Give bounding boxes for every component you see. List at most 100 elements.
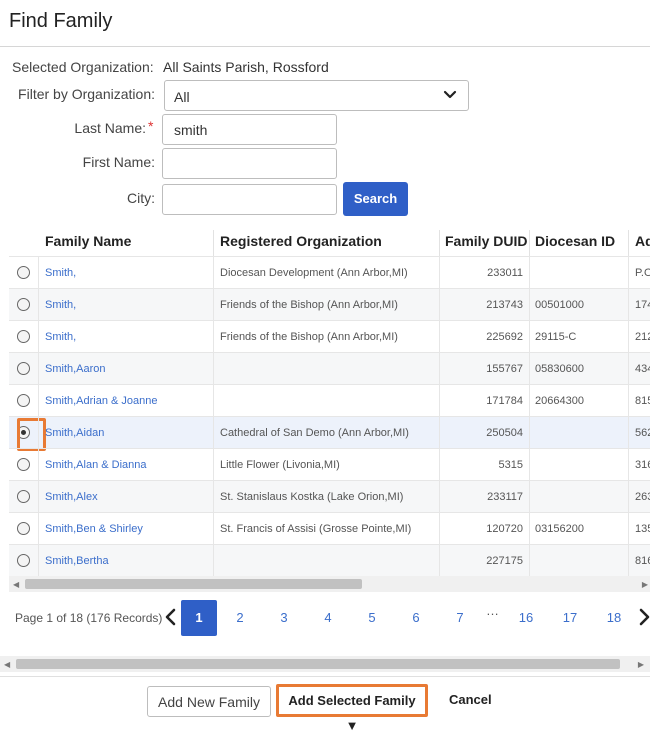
cell-divider [439, 545, 440, 577]
search-button[interactable]: Search [343, 182, 408, 216]
family-name-link[interactable]: Smith,Bertha [45, 545, 210, 577]
family-name-link[interactable]: Smith, [45, 289, 210, 321]
grid-horizontal-scrollbar[interactable]: ◀ ▶ [9, 576, 650, 592]
address-cell: 263 [635, 491, 650, 503]
cell-divider [628, 417, 629, 449]
selection-highlight [17, 418, 46, 451]
row-radio[interactable] [17, 418, 46, 451]
row-radio[interactable] [17, 490, 30, 503]
scroll-left-icon[interactable]: ◀ [13, 580, 19, 589]
selected-org-value: All Saints Parish, Rossford [163, 59, 329, 75]
page-link-5[interactable]: 5 [354, 600, 390, 636]
row-radio[interactable] [17, 298, 30, 311]
scrollbar-thumb[interactable] [16, 659, 620, 669]
scroll-left-icon[interactable]: ◀ [4, 660, 10, 669]
family-duid-cell: 155767 [486, 363, 523, 375]
col-family-name[interactable]: Family Name [39, 224, 131, 256]
diocesan-id-cell: 20664300 [535, 395, 584, 407]
last-name-input[interactable]: smith [162, 114, 337, 145]
row-radio[interactable] [17, 266, 30, 279]
scroll-right-icon[interactable]: ▶ [642, 580, 648, 589]
filter-org-select[interactable]: All [164, 80, 469, 111]
table-row[interactable]: Smith,Alex St. Stanislaus Kostka (Lake Or… [9, 480, 650, 513]
page-link-18[interactable]: 18 [596, 600, 632, 636]
address-cell: 434 [635, 363, 650, 375]
cancel-button[interactable]: Cancel [449, 692, 492, 707]
table-row[interactable]: Smith,Ben & Shirley St. Francis of Assisi… [9, 512, 650, 545]
page-link-16[interactable]: 16 [508, 600, 544, 636]
page-link-6[interactable]: 6 [398, 600, 434, 636]
page-link-1[interactable]: 1 [181, 600, 217, 636]
family-name-link[interactable]: Smith,Ben & Shirley [45, 513, 210, 545]
table-row[interactable]: Smith,Bertha 227175 816 [9, 544, 650, 577]
scrollbar-thumb[interactable] [25, 579, 362, 589]
registered-org-cell: St. Francis of Assisi (Grosse Pointe,MI) [220, 523, 412, 535]
table-row[interactable]: Smith, Diocesan Development (Ann Arbor,MI… [9, 256, 650, 289]
registered-org-cell [220, 353, 435, 385]
family-duid-cell: 233117 [487, 491, 523, 503]
city-input[interactable] [162, 184, 337, 215]
cell-divider [213, 449, 214, 481]
cell-divider [628, 257, 629, 289]
family-duid-cell: 233011 [487, 267, 523, 279]
cell-divider [38, 417, 39, 449]
cell-divider [529, 289, 530, 321]
table-row[interactable]: Smith,Aidan Cathedral of San Demo (Ann Ar… [9, 416, 650, 451]
row-radio[interactable] [17, 362, 30, 375]
family-name-link[interactable]: Smith,Alan & Dianna [45, 449, 210, 481]
family-duid-cell: 120720 [486, 523, 523, 535]
row-radio[interactable] [17, 394, 30, 407]
page-link-17[interactable]: 17 [552, 600, 588, 636]
registered-org-cell [220, 545, 435, 577]
page-link-7[interactable]: 7 [442, 600, 478, 636]
city-label: City: [127, 190, 155, 206]
page-link-2[interactable]: 2 [222, 600, 258, 636]
col-address[interactable]: Ad [629, 224, 650, 256]
dialog-horizontal-scrollbar[interactable]: ◀ ▶ [0, 656, 650, 672]
cell-divider [213, 385, 214, 417]
cell-divider [439, 353, 440, 385]
table-row[interactable]: Smith,Adrian & Joanne 171784 20664300 815 [9, 384, 650, 417]
family-name-link[interactable]: Smith,Aaron [45, 353, 210, 385]
col-registered-org[interactable]: Registered Organization [214, 224, 382, 256]
table-row[interactable]: Smith, Friends of the Bishop (Ann Arbor,M… [9, 320, 650, 353]
diocesan-id-cell [535, 449, 625, 481]
family-name-link[interactable]: Smith,Aidan [45, 417, 210, 449]
family-name-link[interactable]: Smith, [45, 257, 210, 289]
cell-divider [439, 321, 440, 353]
filter-org-label: Filter by Organization: [18, 86, 155, 102]
family-name-link[interactable]: Smith,Alex [45, 481, 210, 513]
row-radio[interactable] [17, 522, 30, 535]
add-selected-family-button[interactable]: Add Selected Family ▼ [281, 688, 423, 733]
diocesan-id-cell: 05830600 [535, 363, 584, 375]
prev-page-icon[interactable] [164, 608, 178, 626]
add-new-family-button[interactable]: Add New Family [147, 686, 271, 717]
row-radio[interactable] [17, 458, 30, 471]
cell-divider [38, 289, 39, 321]
table-row[interactable]: Smith,Alan & Dianna Little Flower (Livoni… [9, 448, 650, 481]
family-name-link[interactable]: Smith,Adrian & Joanne [45, 385, 210, 417]
col-family-duid[interactable]: Family DUID [439, 224, 527, 256]
dialog-title: Find Family [9, 10, 113, 32]
first-name-input[interactable] [162, 148, 337, 179]
cell-divider [38, 449, 39, 481]
page-link-3[interactable]: 3 [266, 600, 302, 636]
row-radio[interactable] [17, 330, 30, 343]
address-cell: 135 [635, 523, 650, 535]
row-radio[interactable] [17, 554, 30, 567]
scroll-right-icon[interactable]: ▶ [638, 660, 644, 669]
page-link-4[interactable]: 4 [310, 600, 346, 636]
cell-divider [38, 481, 39, 513]
registered-org-cell: Diocesan Development (Ann Arbor,MI) [220, 267, 408, 279]
registered-org-cell [220, 385, 435, 417]
table-row[interactable]: Smith,Aaron 155767 05830600 434 [9, 352, 650, 385]
cell-divider [439, 385, 440, 417]
col-diocesan-id[interactable]: Diocesan ID [529, 224, 615, 256]
next-page-icon[interactable] [637, 608, 650, 626]
first-name-label: First Name: [82, 154, 155, 170]
cell-divider [439, 289, 440, 321]
family-name-link[interactable]: Smith, [45, 321, 210, 353]
cell-divider [38, 385, 39, 417]
table-row[interactable]: Smith, Friends of the Bishop (Ann Arbor,M… [9, 288, 650, 321]
address-cell: P.O [635, 267, 650, 279]
